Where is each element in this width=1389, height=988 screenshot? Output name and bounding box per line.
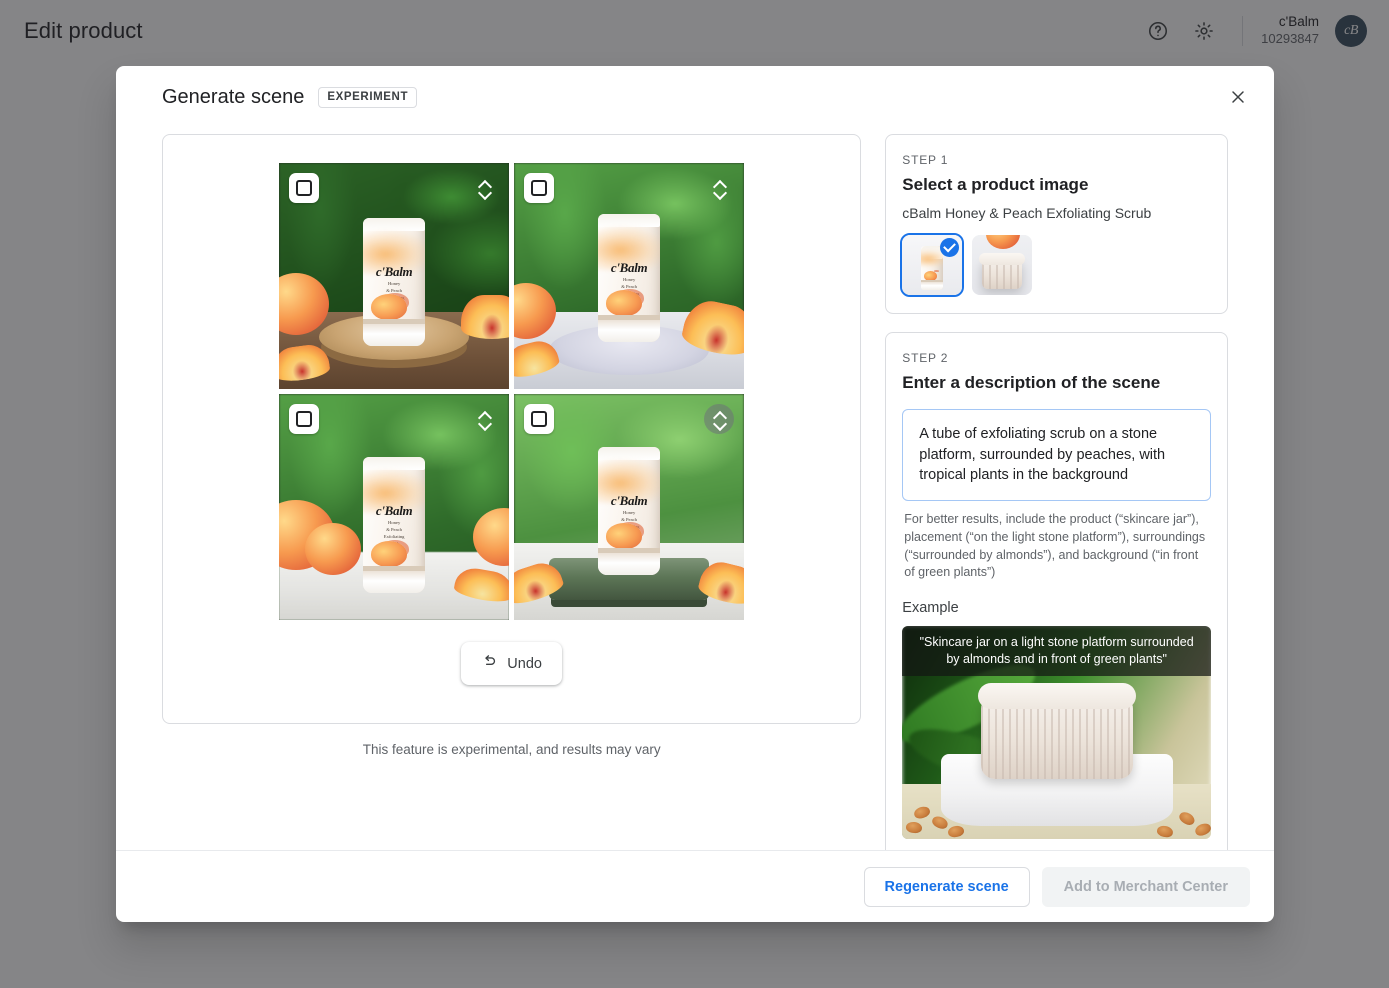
product-thumbnail-1[interactable]: [902, 235, 962, 295]
dialog-title: Generate scene: [162, 86, 304, 109]
add-to-merchant-center-button: Add to Merchant Center: [1042, 867, 1250, 907]
undo-button-label: Undo: [507, 656, 542, 672]
tile-select-checkbox[interactable]: [524, 404, 554, 434]
undo-row: Undo: [461, 642, 562, 685]
tile-swap-chevrons-icon[interactable]: [704, 173, 734, 203]
tile-swap-chevrons-icon[interactable]: [704, 404, 734, 434]
dialog-footer: Regenerate scene Add to Merchant Center: [116, 850, 1274, 922]
example-image: "Skincare jar on a light stone platform …: [902, 626, 1211, 839]
tile-select-checkbox[interactable]: [524, 173, 554, 203]
example-caption: "Skincare jar on a light stone platform …: [902, 626, 1211, 676]
step-2-title: Enter a description of the scene: [902, 373, 1211, 393]
close-icon[interactable]: [1218, 77, 1258, 117]
tile-select-checkbox[interactable]: [289, 173, 319, 203]
product-name: cBalm Honey & Peach Exfoliating Scrub: [902, 205, 1211, 221]
experimental-disclaimer: This feature is experimental, and result…: [162, 742, 861, 757]
generated-image-tile[interactable]: c'Balm Honey& PeachExfoliatingScrub: [279, 163, 509, 389]
results-card: c'Balm Honey& PeachExfoliatingScrub: [162, 134, 861, 724]
results-column: c'Balm Honey& PeachExfoliatingScrub: [162, 134, 861, 850]
undo-button[interactable]: Undo: [461, 642, 562, 685]
tile-swap-chevrons-icon[interactable]: [469, 404, 499, 434]
tube-brand: c'Balm: [363, 503, 425, 519]
scene-description-input[interactable]: A tube of exfoliating scrub on a stone p…: [902, 409, 1211, 501]
dialog-body: c'Balm Honey& PeachExfoliatingScrub: [116, 128, 1274, 850]
tube-brand: c'Balm: [598, 493, 660, 509]
step-2-kicker: STEP 2: [902, 351, 1211, 365]
step-1-card: STEP 1 Select a product image cBalm Hone…: [885, 134, 1228, 314]
step-1-kicker: STEP 1: [902, 153, 1211, 167]
example-label: Example: [902, 600, 1211, 616]
product-thumbnail-2[interactable]: [972, 235, 1032, 295]
generated-image-grid: c'Balm Honey& PeachExfoliatingScrub: [279, 163, 744, 620]
step-2-card: STEP 2 Enter a description of the scene …: [885, 332, 1228, 850]
generated-image-tile[interactable]: c'Balm Honey& PeachExfoliatingScrub: [279, 394, 509, 620]
generated-image-tile[interactable]: c'Balm Honey& PeachExfoliatingScrub: [514, 394, 744, 620]
step-1-title: Select a product image: [902, 175, 1211, 195]
product-image-thumbnails: [902, 235, 1211, 295]
generated-image-tile[interactable]: c'Balm Honey& PeachExfoliatingScrub: [514, 163, 744, 389]
tile-select-checkbox[interactable]: [289, 404, 319, 434]
tube-brand: c'Balm: [363, 264, 425, 280]
undo-arrow-icon: [481, 653, 498, 674]
prompt-helper-text: For better results, include the product …: [902, 511, 1211, 582]
steps-column: STEP 1 Select a product image cBalm Hone…: [885, 134, 1228, 850]
experiment-badge: EXPERIMENT: [318, 87, 417, 108]
tile-swap-chevrons-icon[interactable]: [469, 173, 499, 203]
generate-scene-dialog: Generate scene EXPERIMENT: [116, 66, 1274, 922]
tube-brand: c'Balm: [598, 260, 660, 276]
dialog-header: Generate scene EXPERIMENT: [116, 66, 1274, 128]
regenerate-scene-button[interactable]: Regenerate scene: [864, 867, 1030, 907]
